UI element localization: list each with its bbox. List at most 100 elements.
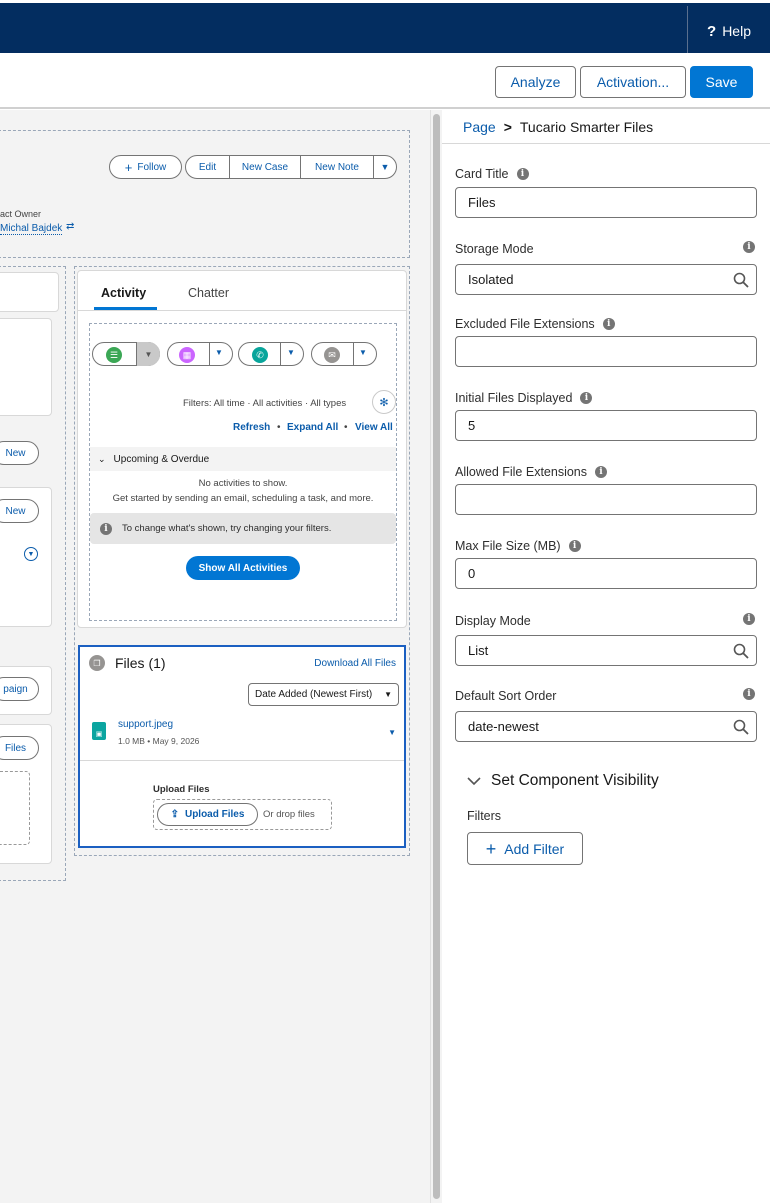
analyze-button[interactable]: Analyze [495,66,576,98]
add-filter-button[interactable]: + Add Filter [467,832,583,865]
chevron-down-icon: ▼ [380,162,390,172]
split-divider [353,343,354,365]
new-button-2[interactable]: New [0,499,39,523]
info-icon[interactable]: i [516,168,529,180]
visibility-title: Set Component Visibility [491,772,659,789]
new-event-button[interactable]: ▦ ▼ [167,342,233,366]
separator-dot: • [344,422,348,433]
builder-toolbar: Analyze Activation... Save [0,53,770,109]
more-actions-button[interactable]: ▼ [373,155,397,179]
split-divider [209,343,210,365]
campaign-button[interactable]: paign [0,677,39,701]
edit-button[interactable]: Edit [185,155,230,179]
log-call-button[interactable]: ✆ ▼ [238,342,304,366]
info-icon: i [100,522,112,535]
max-size-label-text: Max File Size (MB) [455,539,561,553]
property-panel: Page > Tucario Smarter Files Card Title i… [442,110,770,1203]
separator-dot: • [277,422,281,433]
upcoming-label: Upcoming & Overdue [113,453,210,465]
excluded-ext-label-text: Excluded File Extensions [455,317,595,331]
activation-button[interactable]: Activation... [580,66,686,98]
tab-divider [78,310,406,311]
card-title-value: Files [468,195,496,210]
gear-icon[interactable]: ✻ [372,390,396,414]
card-title-input[interactable]: Files [455,187,757,218]
storage-mode-label: Storage Mode [455,242,534,256]
get-started-text: Get started by sending an email, schedul… [112,493,374,504]
activity-card: Activity Chatter ☰ ▼ ▦ ▼ ✆ ▼ ✉ ▼ Filters… [77,270,407,628]
search-icon [733,719,749,735]
breadcrumb-separator: > [503,118,512,135]
info-icon[interactable]: i [743,613,755,625]
phone-icon: ✆ [252,347,268,363]
info-icon[interactable]: i [580,392,593,404]
owner-label: act Owner [0,209,42,219]
info-icon[interactable]: i [602,318,615,330]
sort-order-label-text: Default Sort Order [455,689,557,703]
excluded-ext-input[interactable] [455,336,757,367]
allowed-ext-label-text: Allowed File Extensions [455,465,588,479]
view-all-link[interactable]: View All [355,422,393,433]
filter-hint-text: To change what's shown, try changing you… [122,523,332,534]
left-card-2 [0,318,52,416]
sort-order-combobox[interactable]: date-newest [455,711,757,742]
left-dropzone [0,771,30,845]
files-button[interactable]: Files [0,736,39,760]
chevron-down-icon[interactable]: ▼ [136,342,160,366]
chevron-down-icon [467,777,481,786]
send-email-button[interactable]: ✉ ▼ [311,342,377,366]
search-icon [733,272,749,288]
question-icon: ? [707,22,717,40]
plus-icon: + [485,838,497,859]
canvas-scrollbar[interactable] [430,110,442,1203]
new-note-button[interactable]: New Note [300,155,374,179]
initial-files-input[interactable]: 5 [455,410,757,441]
storage-mode-combobox[interactable]: Isolated [455,264,757,295]
global-header: ? Help [0,0,770,56]
info-icon[interactable]: i [595,466,608,478]
chevron-down-icon[interactable]: ▼ [215,348,223,357]
new-button-1[interactable]: New [0,441,39,465]
allowed-ext-input[interactable] [455,484,757,515]
breadcrumb-page-link[interactable]: Page [463,119,496,135]
info-icon[interactable]: i [568,540,581,552]
refresh-link[interactable]: Refresh [233,422,270,433]
sort-order-label: Default Sort Order [455,689,556,703]
new-case-button[interactable]: New Case [229,155,301,179]
chevron-down-icon: ⌄ [98,453,106,464]
display-mode-value: List [468,643,489,658]
scrollbar-thumb[interactable] [433,114,440,1199]
chevron-down-icon[interactable]: ▼ [287,348,295,357]
card-title-label: Card Title i [455,167,529,181]
dropdown-icon[interactable]: ▼ [24,547,38,561]
max-size-label: Max File Size (MB) i [455,539,581,553]
record-header-region[interactable] [0,130,410,258]
plus-icon: + [124,159,133,175]
info-icon[interactable]: i [743,241,755,253]
expand-all-link[interactable]: Expand All [287,422,338,433]
info-icon[interactable]: i [743,688,755,700]
tab-activity[interactable]: Activity [101,286,146,300]
calendar-icon: ▦ [179,347,195,363]
visibility-section-toggle[interactable]: Set Component Visibility [467,772,659,790]
max-size-input[interactable]: 0 [455,558,757,589]
save-button[interactable]: Save [690,66,753,98]
follow-button[interactable]: + Follow [109,155,182,179]
new-task-button[interactable]: ☰ ▼ [92,342,160,366]
email-icon: ✉ [324,347,340,363]
breadcrumb: Page > Tucario Smarter Files [442,110,770,144]
max-size-value: 0 [468,566,476,581]
no-activities-text: No activities to show. [198,478,288,489]
show-all-activities-button[interactable]: Show All Activities [186,556,300,580]
owner-link[interactable]: Michal Bajdek [0,223,63,235]
storage-mode-label-text: Storage Mode [455,242,534,256]
help-button[interactable]: ? Help [687,6,770,56]
sort-order-value: date-newest [468,719,539,734]
excluded-ext-label: Excluded File Extensions i [455,317,615,331]
chevron-down-icon[interactable]: ▼ [359,348,367,357]
change-owner-icon[interactable]: ⇄ [66,221,74,232]
upcoming-overdue-section[interactable]: ⌄ Upcoming & Overdue [90,447,396,471]
display-mode-label-text: Display Mode [455,614,531,628]
tab-chatter[interactable]: Chatter [188,286,229,300]
display-mode-combobox[interactable]: List [455,635,757,666]
